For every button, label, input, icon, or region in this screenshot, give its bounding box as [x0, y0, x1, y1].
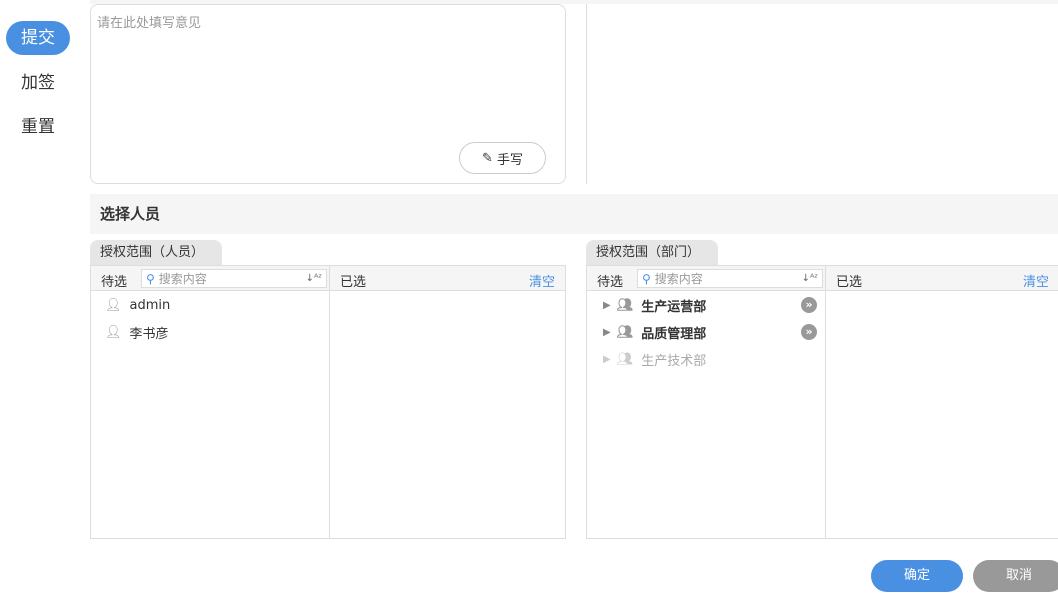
selected-column: 已选 清空	[330, 266, 565, 538]
expand-arrow-icon: ▶	[603, 353, 611, 365]
divider	[586, 4, 587, 184]
expand-arrow-icon[interactable]: ▶	[603, 327, 611, 338]
pending-label: 待选	[101, 275, 128, 290]
selected-label: 已选	[836, 275, 863, 290]
handwrite-button[interactable]: ✎ 手写	[459, 142, 546, 174]
selected-label: 已选	[340, 275, 367, 290]
menu-add-sign[interactable]: 加签	[6, 66, 70, 100]
user-icon: 👤︎	[105, 324, 122, 340]
pending-column: 待选 ⚲ 搜索内容 ↓ᴬᶻ 👤︎ admin 👤︎ 李书彦	[91, 266, 330, 538]
item-name: 品质管理部	[641, 326, 707, 342]
clear-button[interactable]: 清空	[529, 271, 555, 290]
search-icon: ⚲	[642, 271, 651, 286]
tab-person-scope[interactable]: 授权范围（人员）	[90, 240, 222, 265]
add-all-icon[interactable]: »	[801, 297, 817, 313]
menu-submit[interactable]: 提交	[6, 21, 70, 55]
confirm-button[interactable]: 确定	[871, 560, 963, 592]
clear-button[interactable]: 清空	[1023, 271, 1049, 290]
tree-item[interactable]: ▶ 👥︎ 品质管理部 »	[603, 320, 825, 344]
search-input[interactable]: ⚲ 搜索内容 ↓ᴬᶻ	[637, 269, 823, 288]
section-title: 选择人员	[90, 194, 1058, 234]
person-panel: 授权范围（人员） 待选 ⚲ 搜索内容 ↓ᴬᶻ 👤︎ admin 👤︎ 李书彦 已选 …	[90, 240, 566, 539]
sort-az-icon[interactable]: ↓ᴬᶻ	[802, 273, 818, 284]
item-name: 李书彦	[129, 326, 169, 342]
group-icon: 👥︎	[616, 297, 634, 313]
tree-item-disabled: ▶ 👥︎ 生产技术部	[603, 347, 825, 371]
item-name: admin	[129, 297, 171, 313]
add-all-icon[interactable]: »	[801, 324, 817, 340]
group-icon: 👥︎	[616, 324, 634, 340]
pending-column: 待选 ⚲ 搜索内容 ↓ᴬᶻ ▶ 👥︎ 生产运营部 » ▶ 👥︎ 品质管理部 » ▶ 👥︎ 生产技…	[587, 266, 826, 538]
sort-az-icon[interactable]: ↓ᴬᶻ	[306, 273, 322, 284]
expand-arrow-icon[interactable]: ▶	[603, 300, 611, 311]
search-icon: ⚲	[146, 271, 155, 286]
search-placeholder: 搜索内容	[654, 272, 703, 286]
opinion-placeholder: 请在此处填写意见	[97, 16, 202, 31]
pending-label: 待选	[597, 275, 624, 290]
tree-item[interactable]: ▶ 👥︎ 生产运营部 »	[603, 293, 825, 317]
search-input[interactable]: ⚲ 搜索内容 ↓ᴬᶻ	[141, 269, 327, 288]
tab-dept-scope[interactable]: 授权范围（部门）	[586, 240, 718, 265]
opinion-textarea[interactable]: 请在此处填写意见 ✎ 手写	[90, 4, 566, 184]
search-placeholder: 搜索内容	[158, 272, 207, 286]
item-name: 生产运营部	[641, 299, 707, 315]
selected-column: 已选 清空	[826, 266, 1058, 538]
user-icon: 👤︎	[105, 297, 122, 313]
list-item[interactable]: 👤︎ 李书彦	[105, 320, 169, 344]
list-item[interactable]: 👤︎ admin	[105, 293, 170, 317]
group-icon: 👥︎	[616, 351, 634, 367]
dept-panel: 授权范围（部门） 待选 ⚲ 搜索内容 ↓ᴬᶻ ▶ 👥︎ 生产运营部 » ▶ 👥︎ 品质管理…	[586, 240, 1058, 539]
item-name: 生产技术部	[641, 353, 707, 369]
handwrite-label: 手写	[496, 152, 523, 168]
pencil-icon: ✎	[482, 150, 493, 166]
menu-reset[interactable]: 重置	[6, 110, 70, 144]
cancel-button[interactable]: 取消	[973, 560, 1058, 592]
